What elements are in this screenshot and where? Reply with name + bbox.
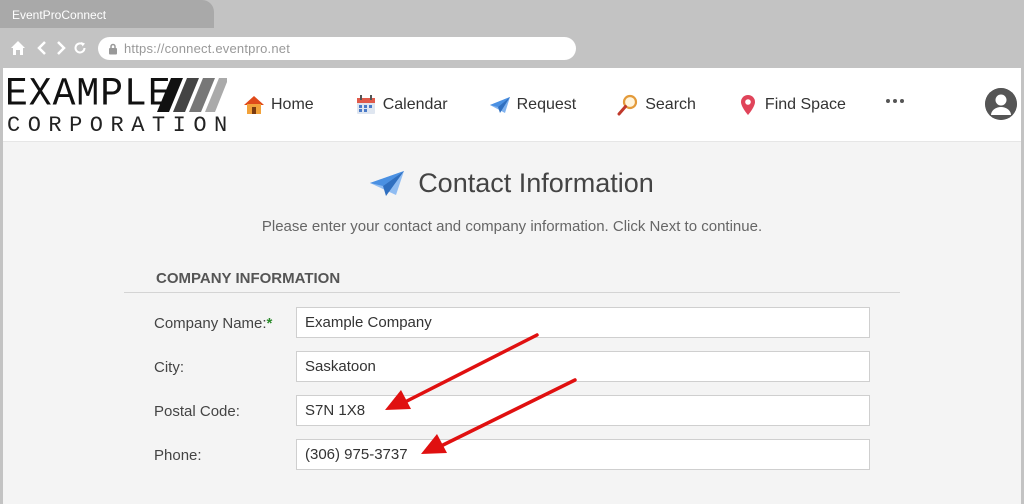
paper-plane-icon <box>370 170 405 196</box>
house-icon <box>244 96 264 114</box>
user-avatar-button[interactable] <box>985 88 1017 120</box>
nav-item-search[interactable]: Search <box>617 94 696 116</box>
nav-item-home[interactable]: Home <box>243 94 314 116</box>
nav-item-find-space[interactable]: Find Space <box>737 94 846 116</box>
browser-toolbar: https://connect.eventpro.net <box>0 28 1024 68</box>
user-avatar-icon <box>985 88 1017 120</box>
nav-item-calendar[interactable]: Calendar <box>355 94 448 116</box>
site-header: EXAMPLE CORPORATION Home Calendar Reques… <box>3 68 1021 142</box>
company-name-input[interactable] <box>296 307 870 338</box>
page-viewport: EXAMPLE CORPORATION Home Calendar Reques… <box>3 68 1021 504</box>
city-label: City: <box>154 359 184 376</box>
postal-code-input[interactable] <box>296 395 870 426</box>
home-icon[interactable] <box>10 40 26 56</box>
logo-slashes-icon <box>157 78 227 112</box>
lock-icon <box>109 43 117 54</box>
browser-tab-title: EventProConnect <box>12 8 107 22</box>
section-divider <box>124 292 900 293</box>
city-input[interactable] <box>296 351 870 382</box>
nav-item-label: Search <box>645 96 696 113</box>
page-title-row: Contact Information <box>3 168 1021 199</box>
city-row: City: <box>154 351 874 383</box>
calendar-icon <box>356 95 375 114</box>
magnifier-icon <box>617 94 638 116</box>
phone-input[interactable] <box>296 439 870 470</box>
browser-tab[interactable]: EventProConnect <box>0 0 214 30</box>
page-subtitle: Please enter your contact and company in… <box>261 218 763 235</box>
paper-plane-icon <box>489 97 510 113</box>
company-name-label-text: Company Name: <box>154 315 267 332</box>
company-name-label: Company Name:* <box>154 315 272 332</box>
address-bar-url: https://connect.eventpro.net <box>124 41 291 56</box>
required-mark: * <box>266 315 273 332</box>
back-icon[interactable] <box>34 40 50 56</box>
browser-window: EventProConnect https://connect.eventpro… <box>0 0 1024 504</box>
nav-item-label: Find Space <box>764 96 846 113</box>
nav-item-label: Calendar <box>382 96 448 113</box>
nav-item-label: Request <box>516 96 577 113</box>
ellipsis-icon <box>886 99 904 103</box>
page-title: Contact Information <box>418 168 654 198</box>
section-title: COMPANY INFORMATION <box>156 270 341 287</box>
nav-item-label: Home <box>271 96 314 113</box>
map-pin-icon <box>740 95 755 115</box>
main-nav: Home Calendar Request Search Find Space <box>243 68 887 142</box>
nav-item-request[interactable]: Request <box>489 94 577 116</box>
phone-label: Phone: <box>154 447 202 464</box>
company-logo[interactable]: EXAMPLE CORPORATION <box>5 71 227 138</box>
more-menu-button[interactable] <box>885 94 905 108</box>
company-name-row: Company Name:* <box>154 307 874 339</box>
address-bar[interactable]: https://connect.eventpro.net <box>98 37 576 60</box>
phone-row: Phone: <box>154 439 874 471</box>
postal-code-label: Postal Code: <box>154 403 240 420</box>
logo-line-2: CORPORATION <box>7 113 235 138</box>
postal-code-row: Postal Code: <box>154 395 874 427</box>
logo-line-1: EXAMPLE <box>5 71 172 118</box>
reload-icon[interactable] <box>72 40 88 56</box>
forward-icon[interactable] <box>53 40 69 56</box>
